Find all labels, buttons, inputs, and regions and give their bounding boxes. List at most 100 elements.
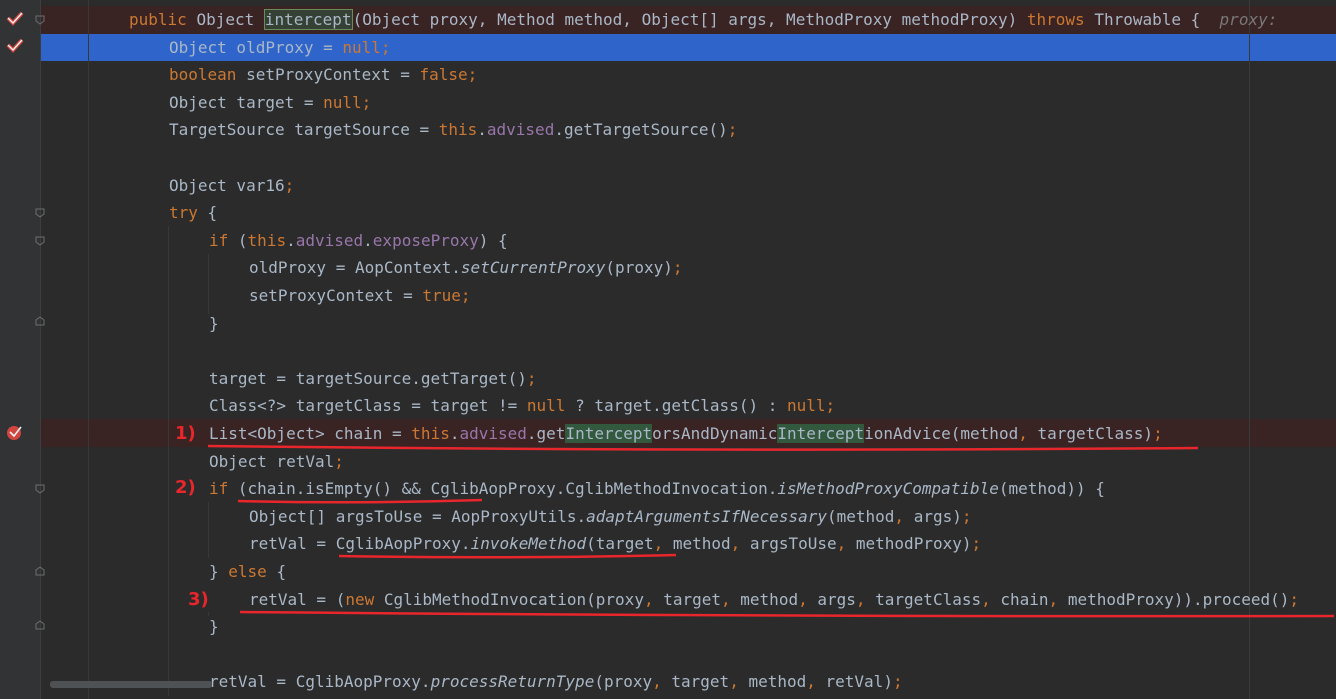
code-token: oldProxy = AopContext. xyxy=(249,258,461,278)
fold-open-icon[interactable] xyxy=(35,15,45,25)
code-token: Intercept xyxy=(777,424,865,443)
line-else[interactable]: } else { xyxy=(209,558,286,586)
code-token: ? target.getClass() : xyxy=(575,396,787,416)
code-token: , xyxy=(981,589,1001,609)
code-token: argsToUse xyxy=(749,534,837,554)
code-token: Intercept xyxy=(565,424,653,443)
code-token: advised xyxy=(459,424,527,443)
code-token: isMethodProxyCompatible xyxy=(777,479,999,499)
code-token: invokeMethod xyxy=(470,534,587,554)
line-args-to-use[interactable]: Object[] argsToUse = AopProxyUtils.adapt… xyxy=(249,503,972,531)
code-token: args) xyxy=(913,506,962,526)
code-token: ; xyxy=(961,506,972,526)
code-token: targetClass xyxy=(875,589,982,609)
code-token: Object retVal xyxy=(209,451,335,471)
fold-open-icon[interactable] xyxy=(35,236,45,246)
fold-open-icon[interactable] xyxy=(35,484,45,494)
line-close-if-1[interactable]: } xyxy=(209,310,219,338)
code-token: boolean xyxy=(169,65,247,85)
line-close-else[interactable]: } xyxy=(209,613,219,641)
code-token: } xyxy=(209,562,229,581)
code-token: ; xyxy=(727,120,738,140)
fold-close-icon[interactable] xyxy=(35,566,45,576)
code-token: ; xyxy=(380,37,391,57)
line-old-proxy[interactable]: Object oldProxy = null; xyxy=(169,34,391,62)
code-token: { xyxy=(276,562,287,581)
code-token: else xyxy=(228,562,277,581)
code-token: , xyxy=(1018,424,1038,443)
code-token: Throwable { xyxy=(1094,10,1220,29)
code-token: adaptArgumentsIfNecessary xyxy=(586,506,827,526)
code-token: Object oldProxy = xyxy=(169,37,343,57)
code-token: null xyxy=(342,37,381,57)
fold-open-icon[interactable] xyxy=(35,208,45,218)
code-token: Object[] argsToUse = AopProxyUtils. xyxy=(249,506,587,526)
code-token: new xyxy=(345,589,384,609)
code-token: ; xyxy=(467,65,478,85)
code-token: Class<?> targetClass = target != xyxy=(209,396,527,416)
line-intercept-signature[interactable]: public Object intercept(Object proxy, Me… xyxy=(129,6,1287,34)
code-token: retVal = CglibAopProxy. xyxy=(249,534,471,554)
code-token: orsAndDynamic xyxy=(652,424,778,443)
line-try[interactable]: try { xyxy=(169,199,217,227)
line-retval-decl[interactable]: Object retVal; xyxy=(209,448,344,476)
code-token: this xyxy=(411,424,450,443)
code-token: if xyxy=(209,479,238,499)
code-token: , xyxy=(652,672,672,692)
breakpoint-checked-icon[interactable] xyxy=(6,10,24,28)
line-set-proxy-context[interactable]: boolean setProxyContext = false; xyxy=(169,61,477,89)
code-token: method xyxy=(740,589,799,609)
line-if-chain-empty[interactable]: if (chain.isEmpty() && CglibAopProxy.Cgl… xyxy=(209,475,1105,503)
fold-close-icon[interactable] xyxy=(35,620,45,630)
code-token: true xyxy=(422,286,461,305)
code-token: advised xyxy=(486,120,555,140)
code-token: target xyxy=(671,672,730,692)
line-target-decl[interactable]: Object target = null; xyxy=(169,89,371,117)
fold-close-icon[interactable] xyxy=(35,316,45,326)
code-token: ; xyxy=(361,92,372,112)
code-token: , xyxy=(653,534,673,554)
breakpoint-icon[interactable] xyxy=(6,423,24,441)
line-chain[interactable]: List<Object> chain = this.advised.getInt… xyxy=(209,420,1163,448)
code-token: ; xyxy=(526,368,537,388)
code-token: if xyxy=(209,230,238,250)
code-token: Object xyxy=(196,10,264,29)
code-token: null xyxy=(323,92,362,112)
code-token: chain xyxy=(1000,589,1049,609)
code-token: , xyxy=(806,672,826,692)
code-token: null xyxy=(526,396,576,416)
code-token: retVal) xyxy=(825,672,893,692)
code-token: ; xyxy=(1289,589,1300,609)
code-token: (method)) { xyxy=(998,479,1105,499)
code-token: .getTargetSource() xyxy=(554,120,728,140)
line-process-return-type[interactable]: retVal = CglibAopProxy.processReturnType… xyxy=(209,668,903,696)
indent-guide xyxy=(208,254,209,314)
line-if-expose-proxy[interactable]: if (this.advised.exposeProxy) { xyxy=(209,227,508,255)
line-target-class[interactable]: Class<?> targetClass = target != null ? … xyxy=(209,392,835,420)
line-proceed[interactable]: retVal = (new CglibMethodInvocation(prox… xyxy=(249,586,1299,614)
line-get-target[interactable]: target = targetSource.getTarget(); xyxy=(209,365,537,393)
code-token: , xyxy=(894,506,914,526)
code-token: CglibMethodInvocation(proxy xyxy=(383,589,644,609)
code-token: method xyxy=(672,534,731,554)
line-set-proxy-context-true[interactable]: setProxyContext = true; xyxy=(249,282,471,310)
code-token: setProxyContext = xyxy=(246,65,420,85)
code-token: (Object proxy, Method method, Object[] a… xyxy=(352,10,1027,29)
line-invoke-method[interactable]: retVal = CglibAopProxy.invokeMethod(targ… xyxy=(249,530,981,558)
line-var16[interactable]: Object var16; xyxy=(169,172,294,200)
code-token: { xyxy=(207,203,218,223)
code-token: args xyxy=(817,589,856,609)
code-token: ionAdvice(method xyxy=(864,424,1019,443)
code-token: (method xyxy=(826,506,895,526)
code-token: throws xyxy=(1026,10,1095,29)
annotation-label-3: 3) xyxy=(188,589,209,610)
editor-gutter[interactable] xyxy=(0,0,41,699)
horizontal-scrollbar-thumb[interactable] xyxy=(50,681,212,688)
code-token: , xyxy=(729,672,749,692)
code-token: ) { xyxy=(478,230,508,250)
code-token: ; xyxy=(892,672,903,692)
breakpoint-checked-icon[interactable] xyxy=(6,37,24,55)
line-set-current-proxy[interactable]: oldProxy = AopContext.setCurrentProxy(pr… xyxy=(249,254,683,282)
line-target-source[interactable]: TargetSource targetSource = this.advised… xyxy=(169,116,737,144)
code-token: intercept xyxy=(263,9,353,30)
